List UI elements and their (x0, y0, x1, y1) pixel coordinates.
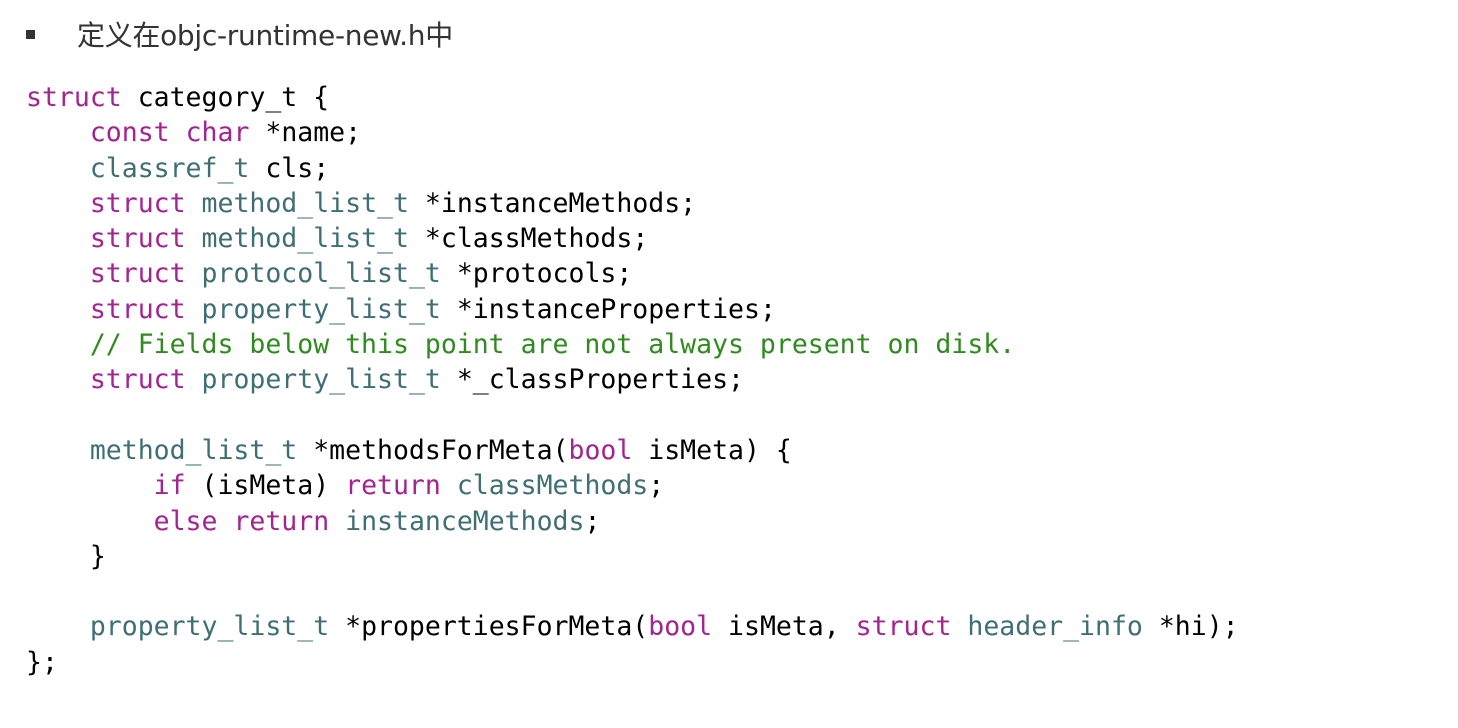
code-type: protocol_list_t (201, 258, 441, 290)
code-type: classMethods (456, 470, 649, 502)
code-line: struct method_list_t *instanceMethods; (26, 186, 1239, 221)
code-text: ; (584, 505, 601, 537)
code-text: cls; (249, 152, 330, 184)
code-keyword: struct (89, 223, 186, 255)
code-keyword: else (153, 505, 218, 537)
code-line: // Fields below this point are not alway… (26, 327, 1239, 362)
code-keyword: struct (89, 293, 186, 325)
code-keyword: struct (89, 258, 186, 290)
code-text: }; (26, 646, 58, 678)
code-line: } (26, 539, 1239, 574)
code-keyword: bool (568, 434, 633, 466)
code-keyword: const (89, 117, 170, 149)
code-text: *classMethods; (408, 223, 649, 255)
code-keyword: struct (26, 82, 122, 113)
code-line: property_list_t *propertiesForMeta(bool … (26, 609, 1239, 644)
code-type: method_list_t (201, 187, 409, 219)
code-keyword: struct (89, 187, 186, 219)
code-block: struct category_t { const char *name; cl… (26, 80, 1239, 680)
code-text: } (26, 540, 106, 572)
code-type: property_list_t (201, 364, 441, 396)
code-line: classref_t cls; (26, 151, 1239, 186)
code-text: *propertiesForMeta( (329, 611, 649, 643)
code-keyword: struct (89, 364, 186, 396)
code-text: category_t { (121, 82, 330, 113)
code-keyword: return (233, 505, 330, 537)
code-text: *instanceMethods; (408, 187, 697, 219)
code-type: method_list_t (89, 434, 298, 466)
code-type: property_list_t (89, 611, 330, 643)
code-text: *methodsForMeta( (297, 434, 569, 466)
square-bullet-icon (26, 29, 35, 39)
code-keyword: char (185, 117, 250, 149)
code-type: property_list_t (201, 293, 441, 325)
code-type: classref_t (89, 152, 250, 184)
code-keyword: return (345, 470, 441, 502)
code-line: else return instanceMethods; (26, 504, 1239, 539)
code-keyword: bool (648, 611, 713, 643)
code-line: method_list_t *methodsForMeta(bool isMet… (26, 433, 1239, 468)
code-text: isMeta, (712, 611, 856, 643)
code-text: *_classProperties; (440, 364, 744, 396)
code-text: ; (648, 470, 665, 502)
code-line: struct property_list_t *_classProperties… (26, 362, 1239, 397)
code-line: struct method_list_t *classMethods; (26, 221, 1239, 256)
code-line: struct category_t { (26, 80, 1239, 115)
code-type: header_info (967, 611, 1143, 643)
code-text: *hi); (1142, 611, 1239, 643)
code-text: *instanceProperties; (440, 293, 776, 325)
code-text: isMeta) { (632, 434, 792, 466)
code-line: if (isMeta) return classMethods; (26, 468, 1239, 503)
code-line: struct protocol_list_t *protocols; (26, 256, 1239, 291)
code-keyword: if (153, 470, 186, 502)
heading-text: 定义在objc-runtime-new.h中 (77, 19, 453, 52)
code-text: (isMeta) (185, 470, 346, 502)
section-heading: 定义在objc-runtime-new.h中 (26, 14, 453, 54)
code-keyword: struct (855, 611, 952, 643)
code-text: *name; (249, 117, 362, 149)
code-line: struct property_list_t *instanceProperti… (26, 292, 1239, 327)
code-line: const char *name; (26, 115, 1239, 150)
code-comment: // Fields below this point are not alway… (89, 329, 1016, 361)
code-type: method_list_t (201, 223, 409, 255)
code-text: *protocols; (440, 258, 633, 290)
code-line: }; (26, 645, 1239, 680)
code-type: instanceMethods (345, 505, 585, 537)
